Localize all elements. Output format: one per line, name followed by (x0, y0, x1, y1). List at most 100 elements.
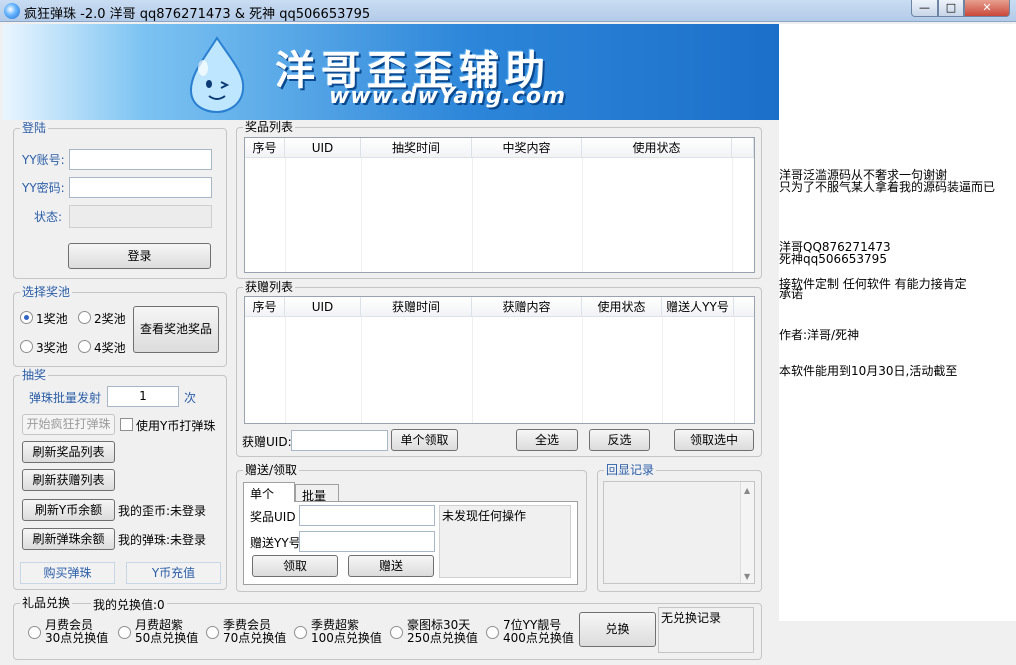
give-button[interactable]: 赠送 (348, 555, 434, 577)
select-all-button[interactable]: 全选 (516, 429, 578, 451)
view-pool-prizes-button[interactable]: 查看奖池奖品 (133, 306, 219, 353)
exchange-button[interactable]: 兑换 (579, 612, 656, 647)
refresh-ycoin-button[interactable]: 刷新Y币余额 (22, 499, 115, 521)
prize-col-line (732, 158, 733, 272)
pool-legend: 选择奖池 (20, 285, 73, 299)
prize-list-header: 序号 UID 抽奖时间 中奖内容 使用状态 (245, 138, 754, 158)
gift-col-line (734, 317, 735, 423)
start-shoot-button[interactable]: 开始疯狂打弹珠 (22, 414, 115, 435)
exchange-group: 礼品兑换 我的兑换值:0 月费会员 30点兑换值 月费超紫 50点兑换值 季费会员 7… (13, 596, 762, 660)
gift-list-table[interactable]: 序号 UID 获赠时间 获赠内容 使用状态 赠送人YY号 (244, 296, 755, 424)
close-button[interactable]: ✕ (964, 0, 1010, 17)
title-bar: 疯狂弹珠 -2.0 洋哥 qq876271473 & 死神 qq50665379… (0, 0, 1016, 22)
gift-col-line (662, 317, 663, 423)
give-tab-panel: 奖品UID 赠送YY号 未发现任何操作 领取 赠送 (243, 501, 578, 585)
pool-4-label[interactable]: 4奖池 (94, 339, 126, 356)
prize-col-content[interactable]: 中奖内容 (472, 138, 582, 158)
minimize-button[interactable]: — (911, 0, 938, 17)
recipient-yy-label: 赠送YY号 (250, 536, 301, 550)
water-drop-mascot-icon (189, 36, 245, 114)
exchange-option-3-radio[interactable] (206, 626, 219, 639)
prize-list-group: 奖品列表 序号 UID 抽奖时间 中奖内容 使用状态 (236, 120, 762, 279)
refresh-gift-list-button[interactable]: 刷新获赠列表 (22, 469, 115, 491)
gift-col-line (361, 317, 362, 423)
batch-count-input[interactable]: 1 (107, 386, 179, 407)
claim-button[interactable]: 领取 (252, 555, 338, 577)
echo-scrollbar[interactable]: ▲ ▼ (740, 482, 754, 583)
info-expiry: 本软件能用到10月30日,活动截至 (779, 364, 958, 378)
give-status-box: 未发现任何操作 (439, 505, 571, 578)
draw-legend: 抽奖 (20, 368, 49, 382)
pool-3-label[interactable]: 3奖池 (36, 339, 68, 356)
exchange-option-4-radio[interactable] (294, 626, 307, 639)
info-line-2: 只为了不服气某人拿着我的源码装逼而已 (779, 180, 996, 194)
pool-1-radio[interactable] (20, 311, 33, 324)
pool-4-radio[interactable] (78, 340, 91, 353)
exchange-legend: 礼品兑换 (20, 596, 73, 610)
refresh-prize-list-button[interactable]: 刷新奖品列表 (22, 441, 115, 463)
refresh-balls-button[interactable]: 刷新弹珠余额 (22, 528, 115, 550)
gift-col-index[interactable]: 序号 (245, 297, 285, 317)
info-authors: 作者:洋哥/死神 (779, 328, 860, 342)
gift-col-line (472, 317, 473, 423)
gift-col-status[interactable]: 使用状态 (582, 297, 662, 317)
scroll-down-icon[interactable]: ▼ (744, 572, 750, 581)
tab-single[interactable]: 单个 (243, 482, 295, 502)
status-field (69, 205, 212, 228)
exchange-option-6-radio[interactable] (486, 626, 499, 639)
buy-balls-button[interactable]: 购买弹珠 (20, 562, 115, 584)
use-ycoin-checkbox[interactable] (120, 418, 133, 431)
pool-2-label[interactable]: 2奖池 (94, 310, 126, 327)
gift-col-content[interactable]: 获赠内容 (472, 297, 582, 317)
batch-unit: 次 (184, 391, 197, 405)
invert-selection-button[interactable]: 反选 (589, 429, 650, 451)
ycoin-recharge-button[interactable]: Y币充值 (126, 562, 221, 584)
prize-col-line (582, 158, 583, 272)
exchange-option-2-radio[interactable] (118, 626, 131, 639)
gift-uid-label: 获赠UID: (242, 435, 292, 449)
info-panel: 洋哥泛滥源码从不奢求一句谢谢 只为了不服气某人拿着我的源码装逼而已 洋哥QQ87… (779, 24, 1016, 621)
maximize-button[interactable]: □ (938, 0, 964, 17)
exchange-option-6-label[interactable]: 7位YY靓号 400点兑换值 (503, 619, 574, 645)
login-button[interactable]: 登录 (68, 243, 211, 269)
gift-col-time[interactable]: 获赠时间 (361, 297, 472, 317)
scroll-up-icon[interactable]: ▲ (744, 486, 750, 495)
claim-selected-button[interactable]: 领取选中 (674, 429, 754, 451)
gift-col-uid[interactable]: UID (285, 297, 361, 317)
echo-legend: 回显记录 (604, 463, 657, 477)
single-claim-button[interactable]: 单个领取 (391, 429, 458, 451)
gift-list-header: 序号 UID 获赠时间 获赠内容 使用状态 赠送人YY号 (245, 297, 754, 317)
prize-col-index[interactable]: 序号 (245, 138, 285, 158)
recipient-yy-input[interactable] (299, 531, 435, 552)
exchange-option-1-radio[interactable] (28, 626, 41, 639)
prize-col-status[interactable]: 使用状态 (582, 138, 732, 158)
account-label: YY账号: (22, 153, 65, 167)
exchange-option-5-label[interactable]: 豪图标30天 250点兑换值 (407, 619, 478, 645)
password-input[interactable] (69, 177, 212, 198)
pool-1-label[interactable]: 1奖池 (36, 310, 68, 327)
account-input[interactable] (69, 149, 212, 170)
my-coins-label: 我的歪币:未登录 (118, 504, 207, 518)
exchange-option-3-label[interactable]: 季费会员 70点兑换值 (223, 619, 286, 645)
prize-col-time[interactable]: 抽奖时间 (361, 138, 472, 158)
app-icon (4, 3, 20, 19)
use-ycoin-label[interactable]: 使用Y币打弹珠 (136, 417, 215, 434)
gift-col-sender[interactable]: 赠送人YY号 (662, 297, 734, 317)
gift-col-line (285, 317, 286, 423)
exchange-option-1-label[interactable]: 月费会员 30点兑换值 (45, 619, 108, 645)
prize-list-table[interactable]: 序号 UID 抽奖时间 中奖内容 使用状态 (244, 137, 755, 273)
exchange-option-2-label[interactable]: 月费超紫 50点兑换值 (135, 619, 198, 645)
pool-2-radio[interactable] (78, 311, 91, 324)
gift-uid-input[interactable] (291, 430, 388, 451)
echo-group: 回显记录 ▲ ▼ (597, 463, 762, 592)
pool-3-radio[interactable] (20, 340, 33, 353)
echo-log-area[interactable]: ▲ ▼ (603, 481, 755, 584)
my-exchange-value: 我的兑换值:0 (91, 596, 167, 613)
prize-uid-label: 奖品UID (250, 510, 296, 524)
password-label: YY密码: (22, 181, 65, 195)
exchange-option-4-label[interactable]: 季费超紫 100点兑换值 (311, 619, 382, 645)
info-custom: 接软件定制 任何软件 有能力接肯定 (779, 277, 967, 291)
exchange-option-5-radio[interactable] (390, 626, 403, 639)
prize-col-uid[interactable]: UID (285, 138, 361, 158)
prize-uid-input[interactable] (299, 505, 435, 526)
